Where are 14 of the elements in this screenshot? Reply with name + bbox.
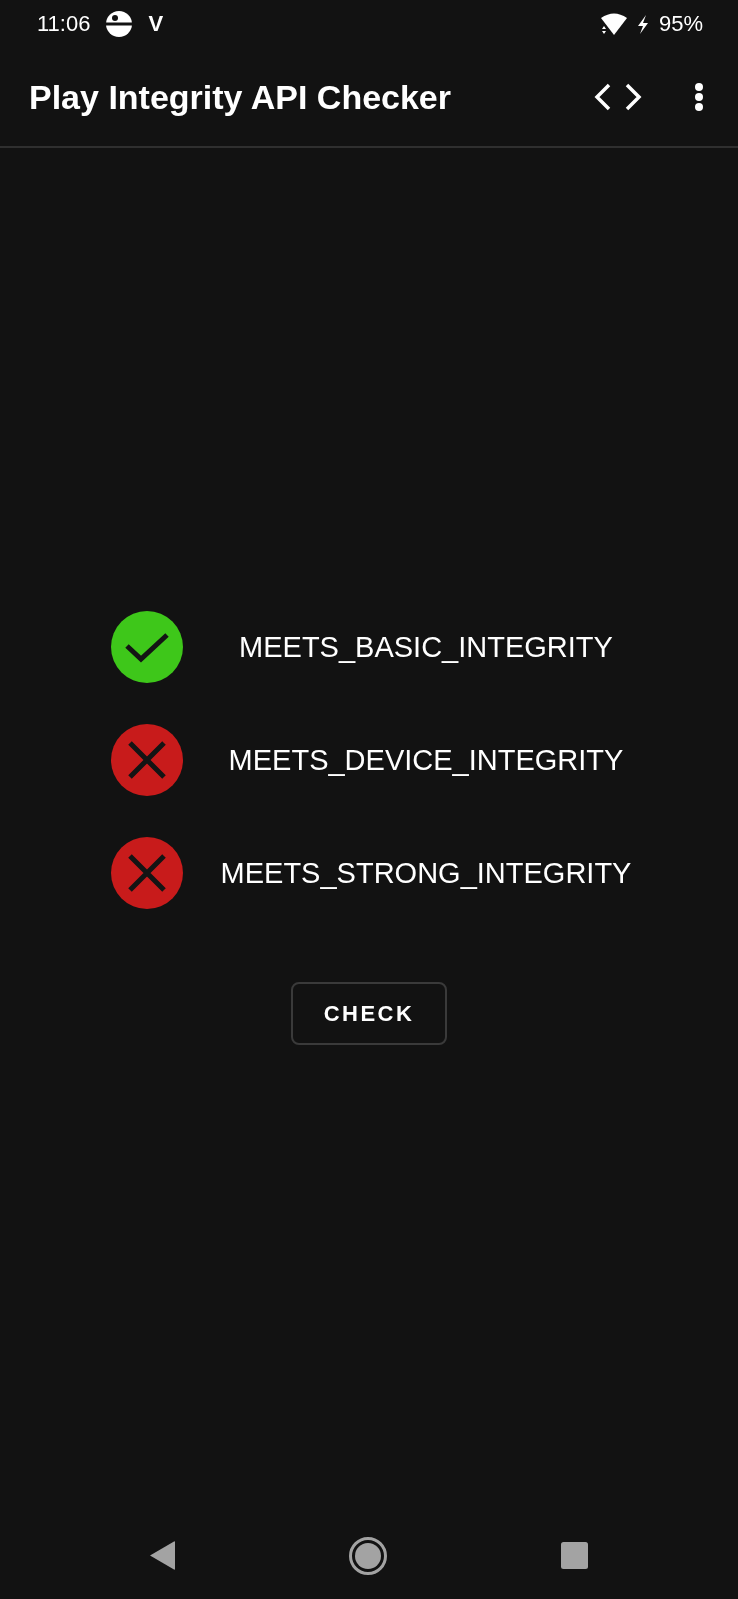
integrity-label: MEETS_STRONG_INTEGRITY: [219, 856, 633, 890]
back-icon[interactable]: [150, 1541, 175, 1570]
code-icon[interactable]: [594, 83, 642, 111]
notification-glyph: V: [148, 13, 164, 35]
status-time: 11:06: [37, 11, 91, 37]
overflow-menu-icon[interactable]: [694, 83, 704, 111]
integrity-label: MEETS_DEVICE_INTEGRITY: [227, 743, 625, 777]
check-button[interactable]: CHECK: [291, 982, 447, 1045]
battery-percent: 95%: [658, 11, 703, 37]
wifi-icon: [600, 13, 627, 35]
home-icon[interactable]: [349, 1536, 387, 1575]
integrity-label: MEETS_BASIC_INTEGRITY: [238, 630, 614, 664]
app-title: Play Integrity API Checker: [29, 77, 452, 117]
banded-sphere-icon: [106, 11, 133, 37]
